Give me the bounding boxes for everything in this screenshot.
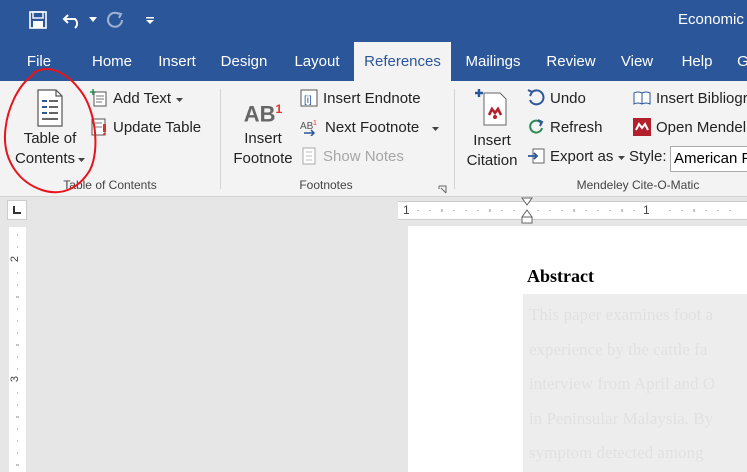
tab-insert[interactable]: Insert bbox=[151, 42, 203, 81]
group-separator bbox=[454, 89, 455, 189]
ruler-number: 2 bbox=[9, 255, 22, 263]
abstract-line: interview from April and O bbox=[529, 374, 716, 393]
endnote-icon: [i] bbox=[300, 89, 318, 107]
refresh-button[interactable]: Refresh bbox=[527, 118, 603, 136]
document-heading[interactable]: Abstract bbox=[527, 266, 594, 287]
group-label-mendeley: Mendeley Cite-O-Matic bbox=[576, 178, 700, 192]
update-table-button[interactable]: Update Table bbox=[90, 118, 201, 136]
tab-help[interactable]: Help bbox=[674, 42, 720, 81]
abstract-line: symptom detected among bbox=[529, 443, 704, 462]
tab-mailings[interactable]: Mailings bbox=[459, 42, 527, 81]
group-label-footnotes: Footnotes bbox=[299, 178, 353, 192]
customize-toolbar-icon[interactable] bbox=[143, 8, 157, 32]
insert-bibliography-button[interactable]: Insert Bibliogr bbox=[633, 89, 747, 107]
style-label: Style: bbox=[629, 148, 667, 165]
citation-style-select[interactable]: American P bbox=[670, 146, 747, 172]
chevron-down-icon bbox=[176, 90, 184, 107]
toc-label-line2: Contents bbox=[14, 150, 76, 167]
mendeley-undo-button[interactable]: Undo bbox=[527, 89, 586, 107]
insert-footnote-button[interactable]: AB1 Insert Footnote bbox=[228, 93, 298, 169]
ruler-number: 1 bbox=[403, 203, 410, 217]
next-footnote-icon: AB 1 bbox=[300, 118, 320, 136]
horizontal-ruler[interactable]: 1 1 bbox=[398, 201, 747, 220]
tab-file[interactable]: File bbox=[14, 42, 64, 81]
undo-dropdown-icon[interactable] bbox=[87, 8, 99, 32]
tab-g[interactable]: G bbox=[733, 42, 747, 81]
ribbon: Table of Contents Add Text Update Table … bbox=[0, 81, 747, 197]
tab-home[interactable]: Home bbox=[83, 42, 141, 81]
insert-endnote-button[interactable]: [i] Insert Endnote bbox=[300, 89, 421, 107]
svg-text:1: 1 bbox=[313, 120, 317, 127]
show-notes-icon bbox=[300, 147, 318, 165]
tab-layout[interactable]: Layout bbox=[287, 42, 347, 81]
insert-citation-icon bbox=[462, 87, 522, 131]
window-title: Economic bbox=[678, 11, 744, 28]
refresh-icon bbox=[527, 118, 545, 136]
add-text-icon bbox=[90, 89, 108, 107]
next-footnote-button[interactable]: AB 1 Next Footnote bbox=[300, 118, 440, 136]
export-icon bbox=[527, 147, 545, 165]
abstract-text-block[interactable]: This paper examines foot a experience by… bbox=[523, 294, 747, 472]
tab-selector[interactable] bbox=[7, 200, 27, 220]
table-of-contents-button[interactable]: Table of Contents bbox=[12, 89, 88, 169]
show-notes-button: Show Notes bbox=[300, 147, 404, 165]
tab-review[interactable]: Review bbox=[541, 42, 601, 81]
insert-citation-button[interactable]: Insert Citation bbox=[462, 87, 522, 171]
table-of-contents-icon bbox=[12, 89, 88, 129]
ruler-number: 3 bbox=[9, 375, 22, 383]
export-as-button[interactable]: Export as bbox=[527, 147, 626, 165]
tab-references[interactable]: References bbox=[354, 42, 451, 81]
toc-label-line1: Table of bbox=[23, 130, 77, 147]
chevron-down-icon bbox=[618, 148, 626, 165]
ribbon-tabs: File Home Insert Design Layout Reference… bbox=[0, 42, 747, 81]
tab-view[interactable]: View bbox=[614, 42, 660, 81]
group-label-toc: Table of Contents bbox=[63, 178, 157, 192]
mendeley-icon bbox=[633, 118, 651, 136]
tab-design[interactable]: Design bbox=[214, 42, 274, 81]
open-mendeley-button[interactable]: Open Mendel bbox=[633, 118, 746, 136]
undo-icon bbox=[527, 89, 545, 107]
footnote-icon: AB1 bbox=[243, 101, 283, 127]
save-icon[interactable] bbox=[26, 8, 50, 32]
chevron-down-icon bbox=[78, 149, 86, 169]
chevron-down-icon bbox=[432, 119, 440, 136]
bibliography-icon bbox=[633, 89, 651, 107]
undo-icon[interactable] bbox=[60, 8, 86, 32]
group-separator bbox=[220, 89, 221, 189]
update-table-icon bbox=[90, 118, 108, 136]
abstract-line: This paper examines foot a bbox=[529, 305, 714, 324]
abstract-line: in Peninsular Malaysia. By bbox=[529, 408, 714, 428]
svg-text:[i]: [i] bbox=[304, 95, 312, 106]
redo-icon bbox=[104, 8, 128, 32]
abstract-line: experience by the cattle fa bbox=[529, 339, 708, 359]
vertical-ruler[interactable]: 2 3 bbox=[9, 227, 26, 472]
title-bar: Economic bbox=[0, 0, 747, 42]
ruler-number: 1 bbox=[643, 203, 650, 217]
add-text-button[interactable]: Add Text bbox=[90, 89, 184, 107]
